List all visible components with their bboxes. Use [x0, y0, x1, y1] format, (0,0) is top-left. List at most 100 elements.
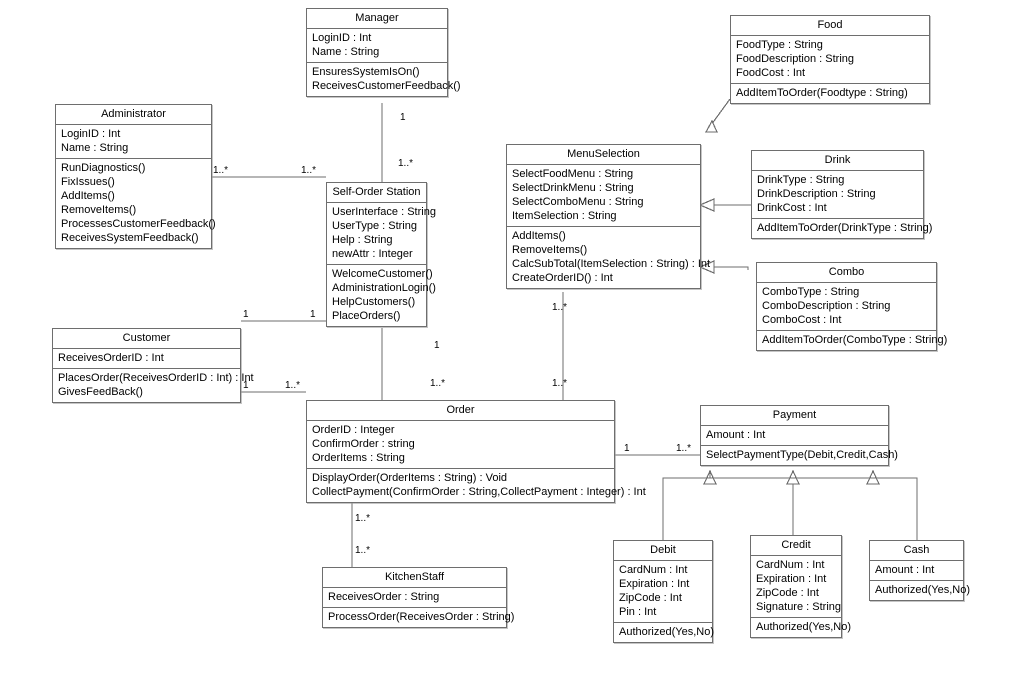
class-menuselection[interactable]: MenuSelection SelectFoodMenu : String Se… [506, 144, 711, 289]
operation: AddItemToOrder(Foodtype : String) [736, 87, 908, 99]
attribute: ReceivesOrder : String [328, 591, 440, 603]
operation: AddItemToOrder(DrinkType : String) [757, 222, 933, 234]
attribute: ZipCode : Int [619, 592, 682, 604]
class-administrator[interactable]: Administrator LoginID : Int Name : Strin… [55, 104, 216, 249]
operations-compartment: Authorized(Yes,No) [614, 623, 714, 642]
generalization-arrow-debit [703, 469, 717, 485]
attribute: UserInterface : String [332, 206, 436, 218]
attribute: newAttr : Integer [332, 248, 413, 260]
attribute: FoodDescription : String [736, 53, 854, 65]
attributes-compartment: Amount : Int [870, 561, 963, 581]
attribute: UserType : String [332, 220, 417, 232]
class-combo[interactable]: Combo ComboType : String ComboDescriptio… [756, 262, 948, 351]
class-name: Food [731, 16, 929, 36]
operations-compartment: AddItems() RemoveItems() CalcSubTotal(It… [507, 227, 711, 288]
attribute: SelectComboMenu : String [512, 196, 644, 208]
attributes-compartment: CardNum : Int Expiration : Int ZipCode :… [751, 556, 841, 618]
attribute: ComboType : String [762, 286, 860, 298]
attributes-compartment: LoginID : Int Name : String [307, 29, 447, 63]
operation: SelectPaymentType(Debit,Credit,Cash) [706, 449, 898, 461]
class-kitchenstaff[interactable]: KitchenStaff ReceivesOrder : String Proc… [322, 567, 514, 628]
operation: AddItems() [512, 230, 566, 242]
class-customer[interactable]: Customer ReceivesOrderID : Int PlacesOrd… [52, 328, 254, 403]
operations-compartment: AddItemToOrder(DrinkType : String) [752, 219, 933, 238]
multiplicity-label: 1 [400, 112, 406, 123]
operation: FixIssues() [61, 176, 115, 188]
operation: ReceivesCustomerFeedback() [312, 80, 461, 92]
class-name: Manager [307, 9, 447, 29]
class-food[interactable]: Food FoodType : String FoodDescription :… [730, 15, 930, 104]
attribute: DrinkType : String [757, 174, 845, 186]
generalization-arrow-food [704, 119, 718, 133]
edge-debit-payment [662, 477, 710, 540]
operation: GivesFeedBack() [58, 386, 143, 398]
class-name: Credit [751, 536, 841, 556]
attributes-compartment: SelectFoodMenu : String SelectDrinkMenu … [507, 165, 700, 227]
attribute: LoginID : Int [61, 128, 121, 140]
operation: EnsuresSystemIsOn() [312, 66, 420, 78]
class-name: Combo [757, 263, 936, 283]
multiplicity-label: 1 [243, 309, 249, 320]
class-cash[interactable]: Cash Amount : Int Authorized(Yes,No) [869, 540, 970, 601]
class-name: MenuSelection [507, 145, 700, 165]
attribute: FoodCost : Int [736, 67, 806, 79]
attribute: FoodType : String [736, 39, 823, 51]
operation: Authorized(Yes,No) [619, 626, 714, 638]
operation: CalcSubTotal(ItemSelection : String) : I… [512, 258, 711, 270]
attribute: ReceivesOrderID : Int [58, 352, 164, 364]
class-name: Customer [53, 329, 240, 349]
class-selforderstation[interactable]: Self-Order Station UserInterface : Strin… [326, 182, 436, 327]
class-name: Administrator [56, 105, 211, 125]
operations-compartment: EnsuresSystemIsOn() ReceivesCustomerFeed… [307, 63, 461, 96]
attribute: ItemSelection : String [512, 210, 617, 222]
class-order[interactable]: Order OrderID : Integer ConfirmOrder : s… [306, 400, 646, 503]
attribute: Pin : Int [619, 606, 657, 618]
attributes-compartment: ReceivesOrderID : Int [53, 349, 240, 369]
multiplicity-label: 1..* [398, 158, 414, 169]
attribute: Expiration : Int [756, 573, 827, 585]
attributes-compartment: DrinkType : String DrinkDescription : St… [752, 171, 923, 219]
operation: AdministrationLogin() [332, 282, 436, 294]
operation: RemoveItems() [512, 244, 588, 256]
operation: ReceivesSystemFeedback() [61, 232, 199, 244]
class-manager[interactable]: Manager LoginID : Int Name : String Ensu… [306, 8, 461, 97]
attributes-compartment: ReceivesOrder : String [323, 588, 506, 608]
class-name: Payment [701, 406, 888, 426]
class-name: KitchenStaff [323, 568, 506, 588]
multiplicity-label: 1..* [430, 378, 446, 389]
uml-diagram-canvas: Manager LoginID : Int Name : String Ensu… [0, 0, 1012, 679]
attribute: OrderID : Integer [312, 424, 395, 436]
class-credit[interactable]: Credit CardNum : Int Expiration : Int Zi… [750, 535, 851, 638]
multiplicity-label: 1 [243, 380, 249, 391]
operation: AddItemToOrder(ComboType : String) [762, 334, 948, 346]
operation: PlaceOrders() [332, 310, 401, 322]
operations-compartment: PlacesOrder(ReceivesOrderID : Int) : Int… [53, 369, 254, 402]
multiplicity-label: 1..* [213, 165, 229, 176]
class-name: Order [307, 401, 614, 421]
attributes-compartment: LoginID : Int Name : String [56, 125, 211, 159]
attributes-compartment: FoodType : String FoodDescription : Stri… [731, 36, 929, 84]
multiplicity-label: 1..* [552, 302, 568, 313]
attribute: Amount : Int [706, 429, 766, 441]
attribute: Signature : String [756, 601, 841, 613]
attribute: CardNum : Int [756, 559, 825, 571]
class-payment[interactable]: Payment Amount : Int SelectPaymentType(D… [700, 405, 898, 466]
multiplicity-label: 1 [310, 309, 316, 320]
attribute: DrinkCost : Int [757, 202, 827, 214]
attributes-compartment: UserInterface : String UserType : String… [327, 203, 436, 265]
attribute: DrinkDescription : String [757, 188, 876, 200]
attribute: ComboCost : Int [762, 314, 842, 326]
attribute: CardNum : Int [619, 564, 688, 576]
operations-compartment: Authorized(Yes,No) [870, 581, 970, 600]
class-drink[interactable]: Drink DrinkType : String DrinkDescriptio… [751, 150, 933, 239]
operation: CollectPayment(ConfirmOrder : String,Col… [312, 486, 646, 498]
operations-compartment: WelcomeCustomer() AdministrationLogin() … [327, 265, 436, 326]
operation: ProcessesCustomerFeedback() [61, 218, 216, 230]
operation: Authorized(Yes,No) [875, 584, 970, 596]
class-debit[interactable]: Debit CardNum : Int Expiration : Int Zip… [613, 540, 714, 643]
attribute: LoginID : Int [312, 32, 372, 44]
operation: PlacesOrder(ReceivesOrderID : Int) : Int [58, 372, 254, 384]
attribute: OrderItems : String [312, 452, 405, 464]
attribute: Expiration : Int [619, 578, 690, 590]
attribute: SelectDrinkMenu : String [512, 182, 634, 194]
